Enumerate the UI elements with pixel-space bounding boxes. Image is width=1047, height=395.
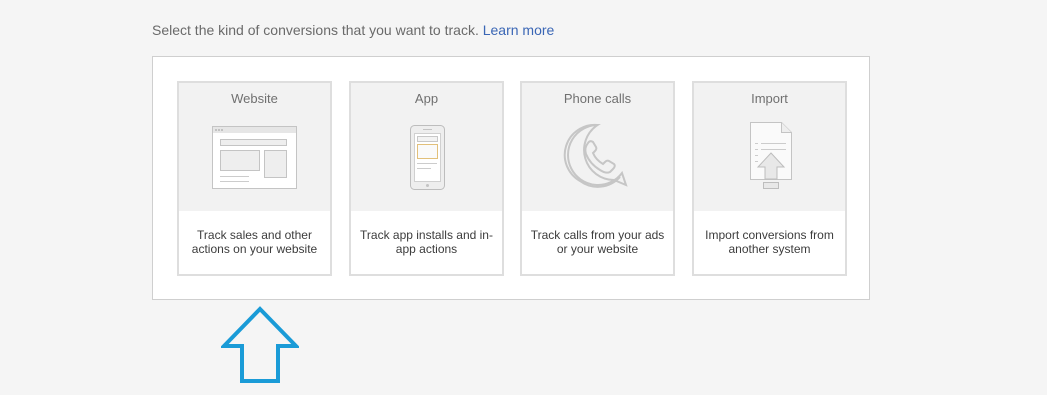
intro-text-row: Select the kind of conversions that you …: [152, 22, 554, 38]
intro-text: Select the kind of conversions that you …: [152, 22, 479, 38]
learn-more-link[interactable]: Learn more: [483, 22, 555, 38]
phone-calls-card[interactable]: Phone calls Track calls from your ads or…: [520, 81, 675, 276]
card-description-app: Track app installs and in-app actions: [360, 228, 493, 256]
card-description-phone-calls: Track calls from your ads or your websit…: [530, 228, 665, 256]
import-file-icon: [694, 113, 845, 209]
card-description-website: Track sales and other actions on your we…: [191, 228, 318, 256]
up-arrow-icon: [219, 306, 301, 384]
card-title-phone-calls: Phone calls: [563, 91, 632, 106]
phone-icon: [351, 113, 502, 209]
app-card[interactable]: App Track app installs and in-app action…: [349, 81, 504, 276]
card-description-import: Import conversions from another system: [705, 228, 834, 256]
card-title-import: Import: [751, 91, 788, 106]
phone-call-icon: [522, 113, 673, 209]
conversion-type-panel: Website Track sales and other actions on…: [152, 56, 870, 300]
card-title-app: App: [414, 91, 439, 106]
website-icon: [179, 113, 330, 209]
import-card[interactable]: Import Import conversions from another s…: [692, 81, 847, 276]
website-card[interactable]: Website Track sales and other actions on…: [177, 81, 332, 276]
card-title-website: Website: [231, 91, 278, 106]
